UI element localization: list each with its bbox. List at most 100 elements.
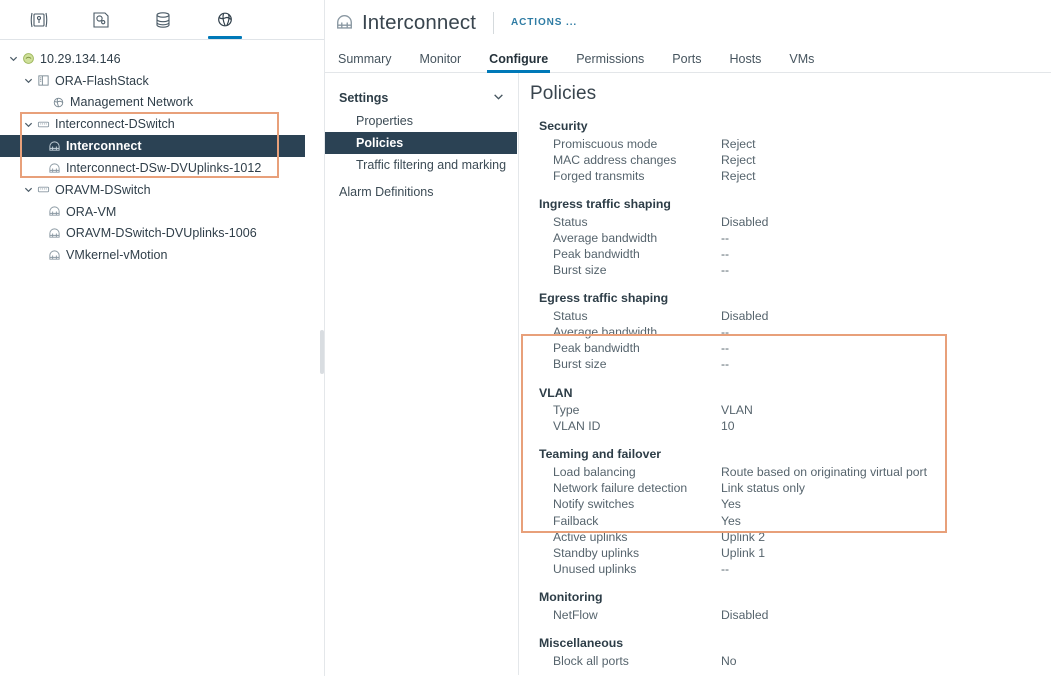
tree-item-label: ORAVM-DSwitch-DVUplinks-1006 [66,226,257,241]
tab-hosts[interactable]: Hosts [729,52,761,72]
property-row: VLAN ID 10 [530,418,1051,434]
inventory-icon-bar [0,0,324,40]
tab-permissions[interactable]: Permissions [576,52,644,72]
settings-nav: Settings Properties Policies Traffic fil… [325,73,519,675]
property-key: Unused uplinks [553,562,637,577]
property-row: Load balancing Route based on originatin… [530,464,1051,480]
navigator-scrollbar[interactable] [320,330,324,374]
settings-item-alarm-definitions[interactable]: Alarm Definitions [325,180,518,204]
tab-summary[interactable]: Summary [338,52,391,72]
property-value: Disabled [721,607,769,622]
property-row: Burst size -- [530,262,1051,278]
property-row: Status Disabled [530,214,1051,230]
property-value: Uplink 1 [721,545,766,560]
section-heading: VLAN [539,385,573,400]
settings-item-properties[interactable]: Properties [325,110,517,132]
chevron-down-icon[interactable] [21,76,35,85]
property-value: -- [721,325,730,340]
chevron-down-icon[interactable] [6,54,20,63]
property-key: Peak bandwidth [553,341,640,356]
property-value: Uplink 2 [721,529,766,544]
property-key: VLAN ID [553,419,601,434]
property-key: Notify switches [553,497,635,512]
property-value: -- [721,263,730,278]
section-vlan: VLAN Type VLAN VLAN ID 10 [530,386,1051,435]
property-row: Failback Yes [530,513,1051,529]
property-row: Average bandwidth -- [530,324,1051,340]
object-header: Interconnect ACTIONS ... [325,0,1051,45]
navigator-panel: 10.29.134.146 ORA-FlashStack Management … [0,0,325,676]
property-row: Status Disabled [530,308,1051,324]
settings-item-traffic-filtering[interactable]: Traffic filtering and marking [325,154,517,176]
tree-item-label: Management Network [70,95,194,110]
tree-item-vmkernel-vmotion[interactable]: VMkernel-vMotion [0,244,324,266]
section-miscellaneous: Miscellaneous Block all ports No [530,636,1051,669]
dswitch-icon [35,118,52,131]
property-key: Peak bandwidth [553,247,640,262]
property-key: NetFlow [553,607,598,622]
header-divider [493,11,495,34]
property-key: Standby uplinks [553,545,640,560]
property-key: Network failure detection [553,481,688,496]
property-row: MAC address changes Reject [530,152,1051,168]
property-row: NetFlow Disabled [530,607,1051,623]
configure-body: Settings Properties Policies Traffic fil… [325,73,1051,675]
section-heading: Egress traffic shaping [539,291,669,306]
portgroup-icon [46,162,63,175]
actions-menu-button[interactable]: ACTIONS ... [511,17,577,28]
property-row: Type VLAN [530,402,1051,418]
property-row: Average bandwidth -- [530,230,1051,246]
dswitch-icon [35,183,52,196]
chevron-down-icon[interactable] [21,185,35,194]
property-row: Burst size -- [530,356,1051,372]
property-value: -- [721,341,730,356]
tree-item-interconnect-dswitch[interactable]: Interconnect-DSwitch [0,113,324,135]
section-heading: Ingress traffic shaping [539,197,671,212]
settings-group-label: Settings [339,91,389,105]
tab-monitor[interactable]: Monitor [419,52,461,72]
property-value: Reject [721,136,756,151]
vsphere-client-window: 10.29.134.146 ORA-FlashStack Management … [0,0,1051,676]
property-key: Active uplinks [553,529,628,544]
portgroup-icon [46,227,63,240]
chevron-down-icon[interactable] [21,120,35,129]
chevron-down-icon[interactable] [493,91,504,105]
hosts-and-clusters-icon[interactable] [8,0,70,39]
storage-icon[interactable] [132,0,194,39]
tree-item-oravm-dswitch[interactable]: ORAVM-DSwitch [0,179,324,201]
tab-ports[interactable]: Ports [672,52,701,72]
vms-and-templates-icon[interactable] [70,0,132,39]
portgroup-icon [46,249,63,262]
tree-item-oravm-dvuplinks[interactable]: ORAVM-DSwitch-DVUplinks-1006 [0,223,324,245]
property-row: Unused uplinks -- [530,561,1051,577]
property-row: Network failure detection Link status on… [530,480,1051,496]
page-title: Interconnect [362,10,477,34]
property-key: Failback [553,513,599,528]
property-value: Route based on originating virtual port [721,465,927,480]
tree-item-interconnect-dvuplinks[interactable]: Interconnect-DSw-DVUplinks-1012 [0,157,324,179]
settings-item-policies[interactable]: Policies [325,132,517,154]
tree-item-ora-vm[interactable]: ORA-VM [0,201,324,223]
property-value: Reject [721,168,756,183]
inventory-tree: 10.29.134.146 ORA-FlashStack Management … [0,40,324,266]
settings-group-header[interactable]: Settings [325,86,518,110]
property-key: Load balancing [553,465,636,480]
section-heading: Security [539,119,588,133]
networking-icon[interactable] [194,0,256,39]
property-value: No [721,653,737,668]
tree-item-interconnect[interactable]: Interconnect [0,135,305,158]
tree-item-datacenter[interactable]: ORA-FlashStack [0,70,324,92]
property-value: Reject [721,152,756,167]
property-value: -- [721,230,730,245]
property-row: Forged transmits Reject [530,168,1051,184]
property-key: Burst size [553,263,607,278]
tree-item-label: ORA-VM [66,204,117,219]
tab-vms[interactable]: VMs [789,52,814,72]
section-heading: Miscellaneous [539,635,624,650]
section-heading: Monitoring [539,590,603,605]
property-row: Block all ports No [530,652,1051,668]
tab-configure[interactable]: Configure [487,52,551,73]
tree-item-management-network[interactable]: Management Network [0,92,324,114]
property-value: Link status only [721,481,806,496]
tree-item-vcenter[interactable]: 10.29.134.146 [0,48,324,70]
